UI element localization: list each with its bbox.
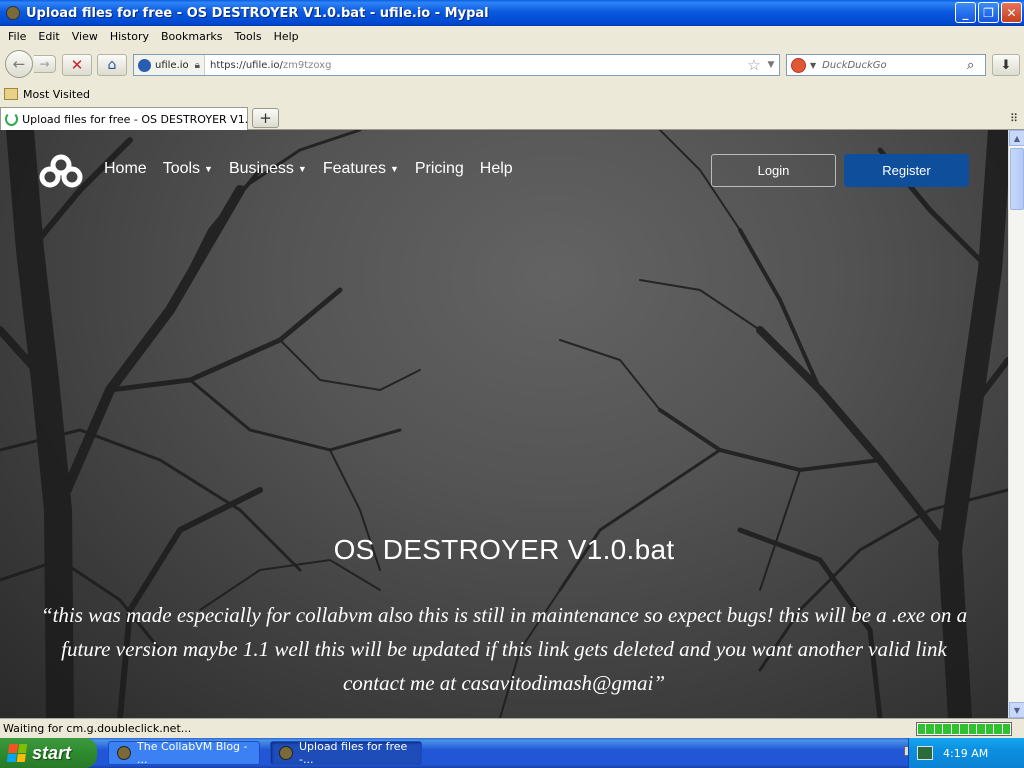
duckduckgo-icon[interactable] [791,57,806,73]
forward-button[interactable]: → [34,55,56,73]
scroll-down-button[interactable]: ▼ [1009,702,1024,718]
new-tab-button[interactable]: + [252,108,279,128]
nav-business-label: Business [228,160,294,177]
stop-x-icon: ✕ [70,56,84,74]
system-tray: 4:19 AM [908,738,1024,768]
chevron-down-icon: ▼ [389,164,399,174]
bookmark-most-visited[interactable]: Most Visited [23,88,90,101]
clock[interactable]: 4:19 AM [943,747,988,760]
download-arrow-icon: ⬇ [1000,57,1012,73]
nav-features-label: Features [322,160,386,177]
menu-view[interactable]: View [66,30,104,43]
ufile-logo-icon[interactable] [38,154,84,188]
nav-tools[interactable]: Tools ▼ [163,160,213,178]
windows-taskbar: start The CollabVM Blog - ... Upload fil… [0,738,1024,768]
menu-bar: File Edit View History Bookmarks Tools H… [0,26,1024,46]
home-icon: ⌂ [107,57,117,73]
taskbar-item-ufile[interactable]: Upload files for free -... [270,740,422,766]
bookmarks-toolbar: Most Visited [0,84,1024,104]
window-title: Upload files for free - OS DESTROYER V1.… [26,5,489,21]
register-button[interactable]: Register [844,154,969,187]
chevron-down-icon: ▼ [204,164,213,174]
stop-button[interactable]: ✕ [62,54,92,76]
scroll-thumb[interactable] [1010,148,1024,210]
menu-tools[interactable]: Tools [228,30,267,43]
scroll-down-arrow-icon: ▼ [1013,705,1021,715]
maximize-button[interactable]: ❐ [978,2,999,23]
nav-features[interactable]: Features ▼ [323,160,399,178]
taskbar-item-collabvm-blog[interactable]: The CollabVM Blog - ... [108,740,260,766]
status-bar: Waiting for cm.g.doubleclick.net... [0,718,1024,738]
nav-business[interactable]: Business ▼ [229,160,307,178]
start-label: start [32,742,72,763]
close-button[interactable]: ✕ [1001,2,1022,23]
magnifier-icon[interactable]: ⌕ [967,58,985,73]
menu-file[interactable]: File [2,30,32,43]
search-bar[interactable]: ▼ DuckDuckGo ⌕ [786,54,986,76]
vertical-scrollbar[interactable]: ▲ ▼ [1008,130,1024,718]
bookmark-star-icon[interactable]: ☆ [745,56,763,74]
file-name-heading: OS DESTROYER V1.0.bat [333,534,675,565]
back-arrow-icon: ← [12,55,26,73]
nav-help[interactable]: Help [480,160,513,178]
windows-flag-icon [6,744,28,762]
window-title-bar[interactable]: Upload files for free - OS DESTROYER V1.… [0,0,1024,26]
url-input[interactable]: https://ufile.io/zm9tzoxg [205,60,745,71]
site-identity-button[interactable]: ufile.io 🔒︎ [134,55,205,75]
nav-home-label: Home [104,160,147,177]
web-page: Home Tools ▼ Business ▼ Features ▼ Pricing … [0,130,1008,718]
tab-list-icon[interactable]: ⠿ [1010,112,1018,125]
site-identity-label: ufile.io [155,59,189,71]
start-button[interactable]: start [0,738,97,768]
chevron-down-icon: ▼ [297,164,307,174]
downloads-button[interactable]: ⬇ [992,54,1020,76]
menu-history[interactable]: History [104,30,155,43]
scroll-up-button[interactable]: ▲ [1009,130,1024,146]
nav-home[interactable]: Home [104,160,147,178]
nav-pricing-label: Pricing [414,160,464,177]
url-history-dropdown-icon[interactable]: ▼ [763,60,779,70]
tab-active[interactable]: Upload files for free - OS DESTROYER V1.… [0,107,248,130]
url-prefix: https://ufile.io/ [209,59,283,71]
address-bar[interactable]: ufile.io 🔒︎ https://ufile.io/zm9tzoxg ☆ … [133,54,780,76]
nav-help-label: Help [479,160,513,177]
url-path: zm9tzoxg [282,59,332,71]
mypal-app-icon [279,746,293,760]
minimize-button[interactable]: _ [955,2,976,23]
login-button[interactable]: Login [711,154,836,187]
home-button[interactable]: ⌂ [97,54,127,76]
menu-help[interactable]: Help [268,30,305,43]
menu-bookmarks[interactable]: Bookmarks [155,30,228,43]
loading-spinner-icon [5,112,19,126]
nav-pricing[interactable]: Pricing [415,160,464,178]
scroll-up-arrow-icon: ▲ [1013,133,1021,143]
menu-edit[interactable]: Edit [32,30,65,43]
status-text: Waiting for cm.g.doubleclick.net... [3,722,192,735]
tab-strip: Upload files for free - OS DESTROYER V1.… [0,105,1024,130]
tab-label: Upload files for free - OS DESTROYER V1.… [22,112,247,126]
taskbar-item-label: Upload files for free -... [299,740,408,766]
lock-icon: 🔒︎ [194,59,200,71]
nav-tools-label: Tools [162,160,201,177]
forward-arrow-icon: → [39,57,50,71]
navigation-toolbar: ← → ✕ ⌂ ufile.io 🔒︎ https://ufile.io/zm9… [0,46,1024,82]
site-navigation: Home Tools ▼ Business ▼ Features ▼ Pricing … [104,160,529,178]
search-engine-dropdown-icon[interactable]: ▼ [810,61,816,70]
loading-progress-bar [916,722,1012,736]
folder-icon [4,88,18,100]
back-button[interactable]: ← [5,50,33,78]
mypal-app-icon [6,6,20,20]
search-input[interactable]: DuckDuckGo [822,60,967,71]
taskbar-item-label: The CollabVM Blog - ... [137,740,248,766]
mypal-app-icon [117,746,131,760]
network-icon[interactable] [917,746,933,760]
site-favicon-icon [138,58,151,72]
file-description: “this was made especially for collabvm a… [40,603,968,695]
